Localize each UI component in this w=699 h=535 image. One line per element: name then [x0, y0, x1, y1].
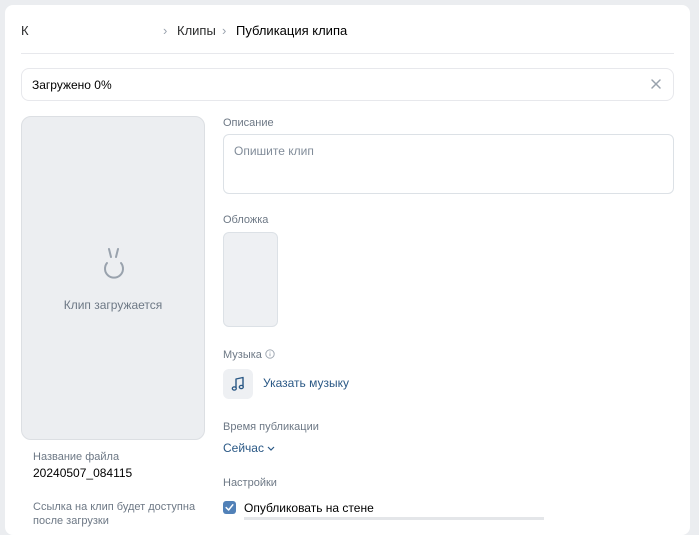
breadcrumb-clips[interactable]: Клипы	[177, 23, 216, 38]
cover-label: Обложка	[223, 214, 269, 226]
chevron-down-icon	[267, 446, 275, 451]
publish-time-dropdown[interactable]: Сейчас	[223, 441, 275, 455]
publish-time-label: Время публикации	[223, 421, 319, 433]
description-placeholder: Опишите клип	[234, 144, 314, 158]
publish-wall-label: Опубликовать на стене	[244, 501, 374, 515]
breadcrumb-back[interactable]: К	[21, 23, 29, 38]
publish-card: К › Клипы › Публикация клипа Загружено 0…	[5, 5, 690, 535]
music-note-icon	[231, 376, 244, 391]
publish-time-value: Сейчас	[223, 441, 264, 455]
chevron-right-icon: ›	[222, 23, 227, 38]
link-note: Ссылка на клип будет доступна после загр…	[33, 501, 196, 527]
chevron-right-icon: ›	[163, 23, 168, 38]
file-name-label: Название файла	[33, 451, 120, 463]
close-icon[interactable]	[649, 77, 663, 91]
add-music-button[interactable]	[223, 369, 253, 399]
file-name-value: 20240507_084115	[33, 466, 133, 480]
cover-thumbnail[interactable]	[223, 232, 278, 327]
music-label: Музыка	[223, 349, 262, 361]
loading-label: Клип загружается	[63, 298, 163, 312]
music-label-row: Музыка	[223, 349, 275, 361]
description-input[interactable]: Опишите клип	[223, 134, 674, 194]
check-icon	[225, 504, 234, 511]
clip-preview: Клип загружается	[21, 116, 205, 440]
divider	[21, 53, 674, 54]
breadcrumb: К › Клипы › Публикация клипа	[21, 23, 674, 47]
publish-wall-checkbox[interactable]	[223, 501, 236, 514]
loading-icon	[104, 248, 124, 279]
upload-status-bar: Загружено 0%	[21, 68, 674, 101]
description-label: Описание	[223, 117, 274, 129]
info-icon[interactable]	[265, 349, 275, 359]
settings-label: Настройки	[223, 477, 277, 489]
breadcrumb-current: Публикация клипа	[236, 23, 348, 38]
upload-status-text: Загружено 0%	[32, 78, 112, 92]
add-music-link[interactable]: Указать музыку	[263, 376, 349, 390]
